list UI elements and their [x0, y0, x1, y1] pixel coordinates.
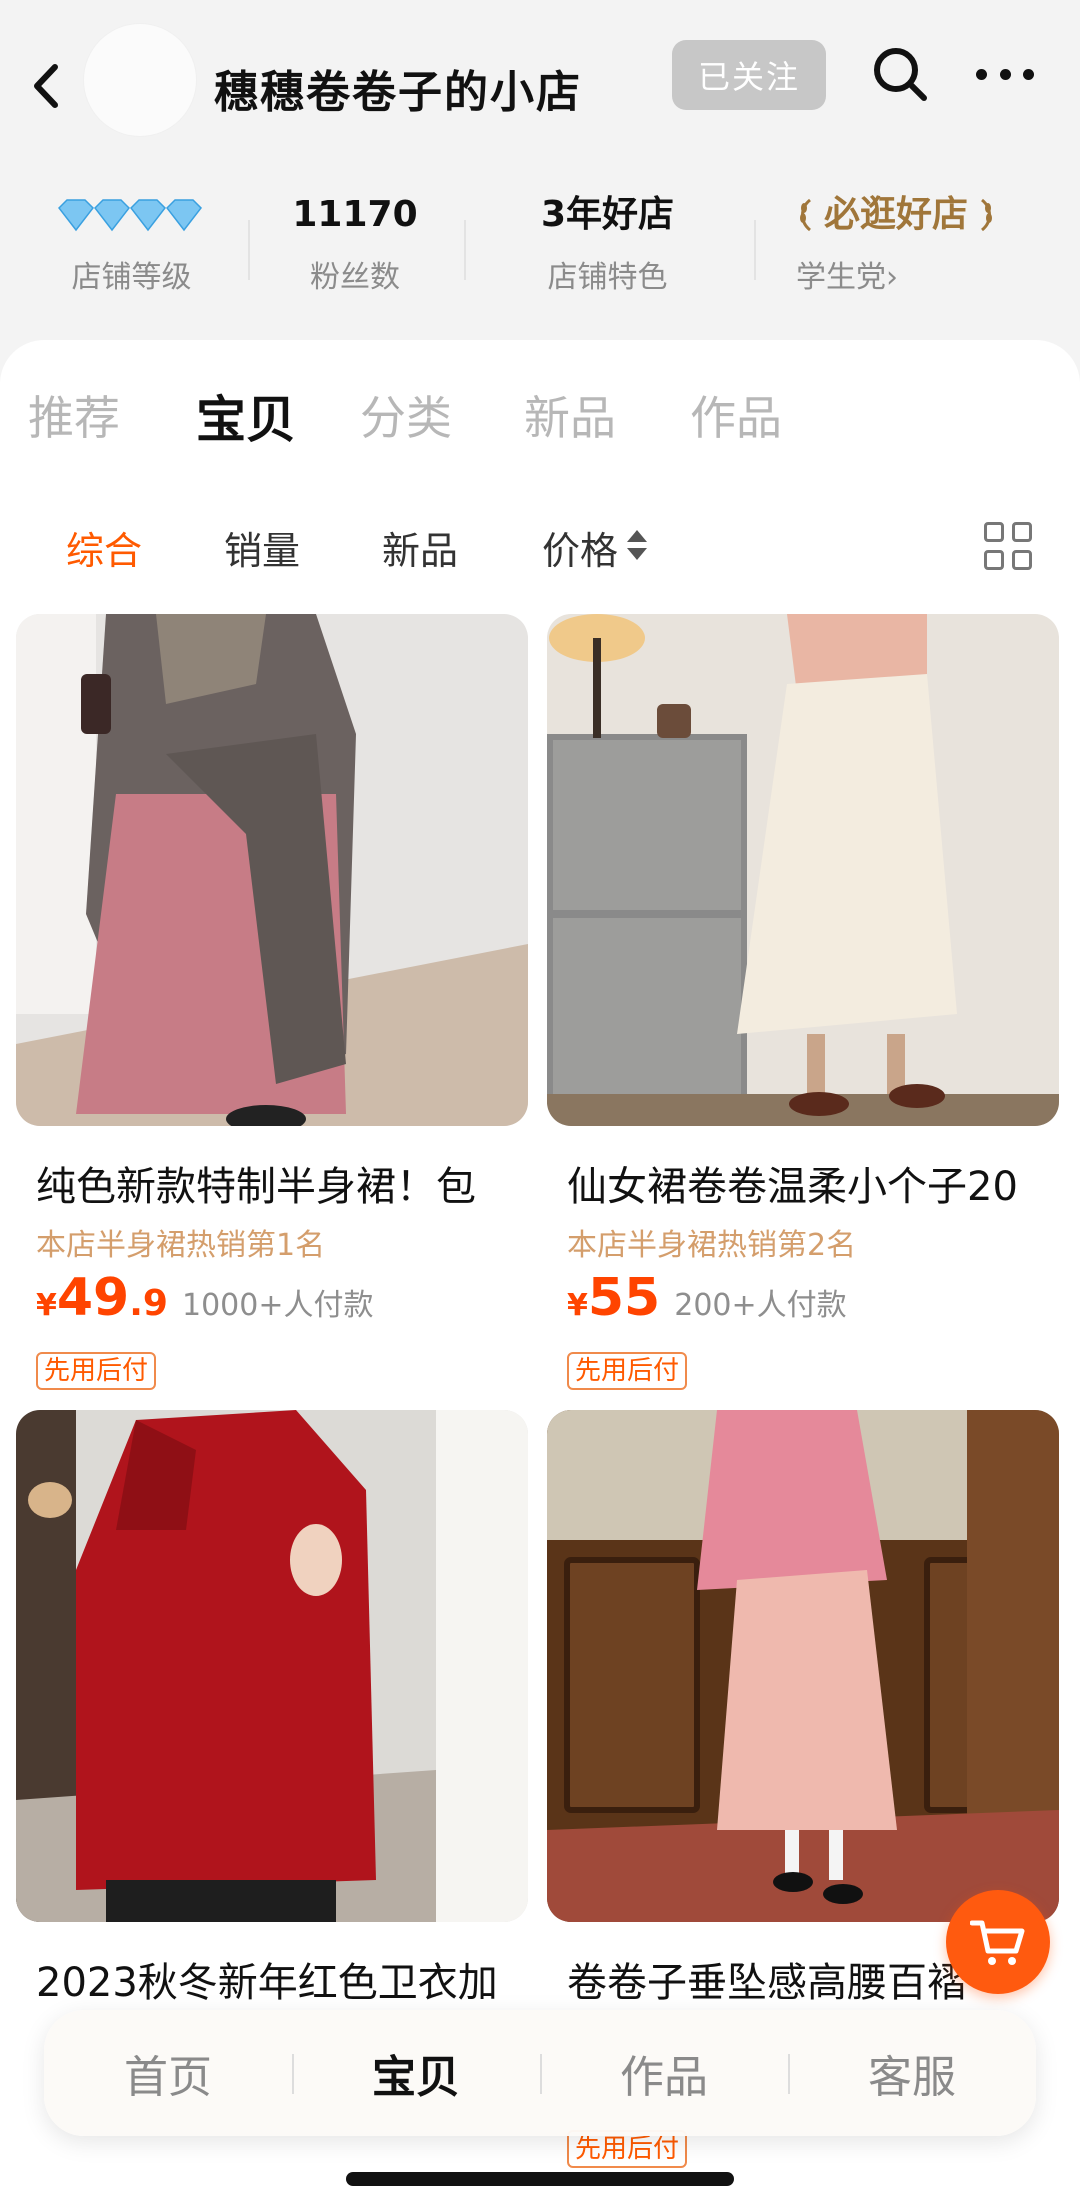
product-sales: 1000+人付款	[181, 1288, 374, 1323]
product-title: 2023秋冬新年红色卫衣加	[36, 1960, 498, 2006]
stat-label: 店铺等级	[71, 260, 192, 295]
product-card[interactable]: 仙女裙卷卷温柔小个子20 本店半身裙热销第2名 ¥ 55 200+人付款 先用后…	[547, 614, 1059, 1414]
stat-must-visit[interactable]: 必逛好店 学生党›	[796, 190, 1026, 296]
more-button[interactable]	[976, 54, 1034, 94]
sort-overall[interactable]: 综合	[66, 520, 142, 575]
pay-later-badge: 先用后付	[567, 1352, 688, 1390]
product-rank: 本店半身裙热销第1名	[36, 1228, 326, 1263]
nav-home[interactable]: 首页	[44, 2010, 292, 2136]
product-price: ¥ 49 .9 1000+人付款	[36, 1268, 373, 1328]
product-title: 仙女裙卷卷温柔小个子20	[567, 1164, 1018, 1210]
divider	[754, 220, 756, 280]
stat-shop-feature[interactable]: 3年好店 店铺特色	[520, 190, 695, 296]
product-card[interactable]: 2023秋冬新年红色卫衣加	[16, 1410, 528, 2030]
nav-customer-service[interactable]: 客服	[788, 2010, 1036, 2136]
tab-new[interactable]: 新品	[524, 382, 616, 448]
grid-view-icon[interactable]	[984, 522, 1034, 572]
cart-icon	[970, 1920, 1025, 1965]
price-currency: ¥	[567, 1288, 588, 1323]
product-rank: 本店半身裙热销第2名	[567, 1228, 857, 1263]
product-sales: 200+人付款	[674, 1288, 847, 1323]
sort-price-label: 价格	[542, 529, 619, 573]
nav-works[interactable]: 作品	[540, 2010, 788, 2136]
laurel-icon	[800, 198, 812, 232]
stat-shop-level[interactable]: 店铺等级	[44, 190, 219, 296]
product-card[interactable]: 纯色新款特制半身裙！包 本店半身裙热销第1名 ¥ 49 .9 1000+人付款 …	[16, 614, 528, 1414]
product-price: ¥ 55 200+人付款	[567, 1268, 847, 1328]
stat-fans[interactable]: 11170 粉丝数	[290, 190, 420, 296]
product-image[interactable]	[16, 1410, 528, 1922]
shop-avatar[interactable]	[84, 24, 196, 136]
stat-value: 3年好店	[540, 194, 675, 235]
divider	[248, 220, 250, 280]
tab-works[interactable]: 作品	[690, 382, 782, 448]
stat-label: 店铺特色	[547, 260, 668, 295]
sort-bar: 综合 销量 新品 价格	[0, 520, 1080, 580]
follow-button[interactable]: 已关注	[672, 40, 826, 110]
back-arrow-icon	[34, 64, 58, 108]
stat-label: 粉丝数	[310, 260, 400, 295]
bottom-nav: 首页 宝贝 作品 客服	[44, 2010, 1036, 2136]
back-button[interactable]	[22, 58, 70, 114]
sort-arrows-icon	[626, 526, 648, 570]
shop-name: 穗穗卷卷子的小店	[214, 67, 582, 118]
stat-label: 学生党›	[796, 260, 898, 295]
diamond-icon	[57, 199, 202, 232]
tab-recommend[interactable]: 推荐	[28, 382, 120, 448]
sort-price[interactable]: 价格	[542, 520, 648, 575]
price-integer: 55	[587, 1268, 661, 1328]
sort-new[interactable]: 新品	[382, 520, 458, 575]
product-image[interactable]	[16, 614, 528, 1126]
shop-tabs: 推荐 宝贝 分类 新品 作品	[0, 382, 1080, 462]
shop-stats: 店铺等级 11170 粉丝数 3年好店 店铺特色 必逛好店 学生党›	[0, 190, 1080, 310]
price-integer: 49	[56, 1268, 130, 1328]
price-currency: ¥	[36, 1288, 57, 1323]
price-decimal: .9	[129, 1283, 168, 1324]
divider	[464, 220, 466, 280]
search-icon	[874, 48, 927, 101]
laurel-icon	[980, 198, 993, 232]
product-image[interactable]	[547, 1410, 1059, 1922]
tab-categories[interactable]: 分类	[360, 382, 452, 448]
cart-button[interactable]	[946, 1890, 1050, 1994]
more-icon	[976, 68, 987, 80]
product-title: 纯色新款特制半身裙！包	[36, 1164, 476, 1210]
stat-value: 必逛好店	[824, 194, 969, 235]
stat-value: 11170	[292, 194, 418, 235]
product-image[interactable]	[547, 614, 1059, 1126]
home-indicator[interactable]	[346, 2172, 734, 2186]
sort-sales[interactable]: 销量	[224, 520, 300, 575]
search-button[interactable]	[870, 44, 930, 104]
shop-header: 穗穗卷卷子的小店 已关注 店铺等级 11170 粉丝数 3年好店 店铺特色 必逛…	[0, 0, 1080, 340]
tab-products[interactable]: 宝贝	[196, 380, 296, 452]
pay-later-badge: 先用后付	[36, 1352, 157, 1390]
nav-products[interactable]: 宝贝	[292, 2010, 540, 2136]
